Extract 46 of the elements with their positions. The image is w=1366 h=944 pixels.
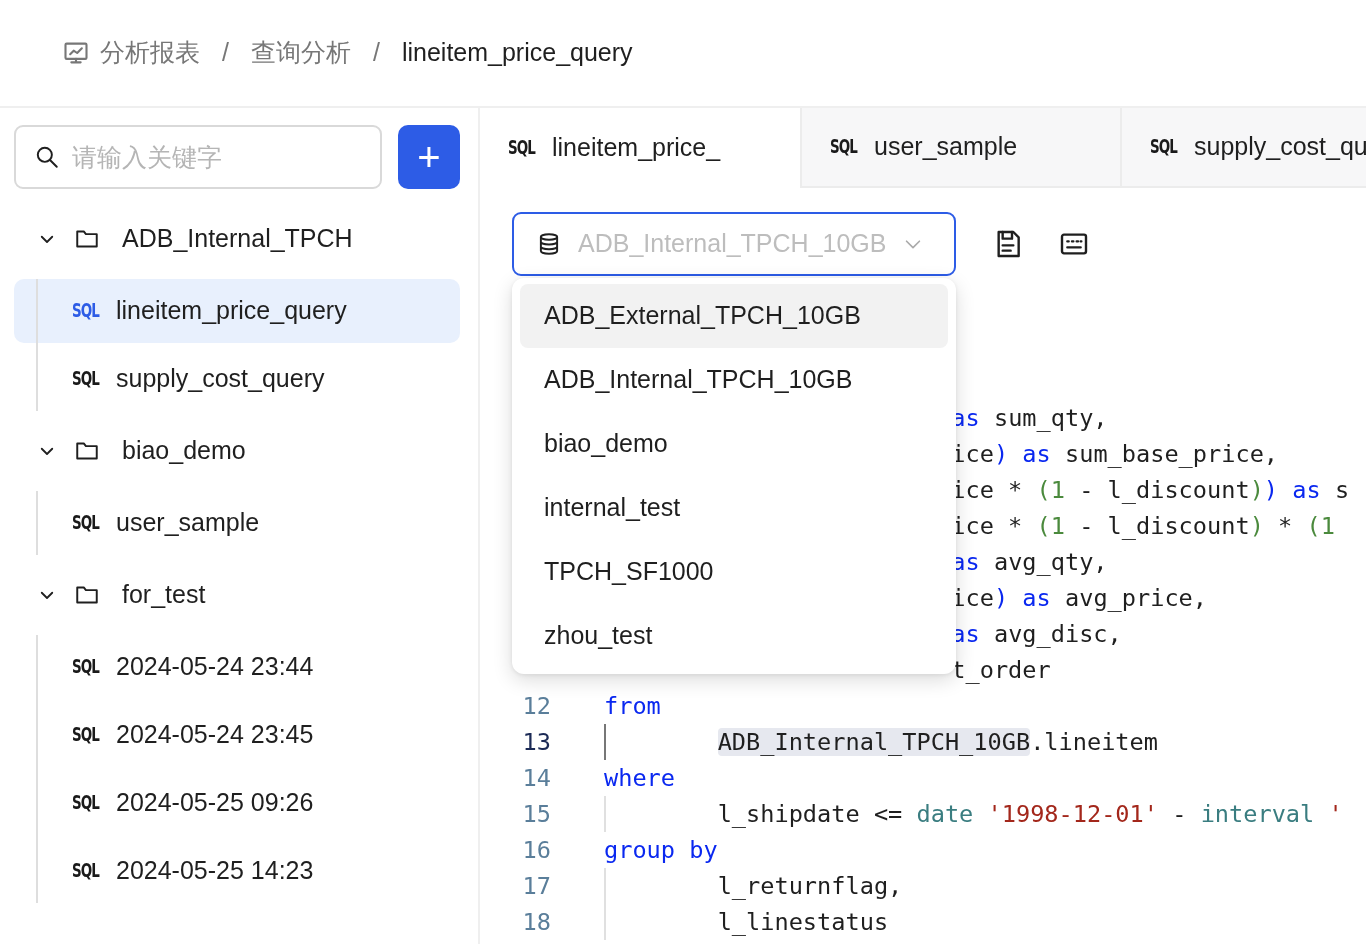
code-line: ice) as avg_price,: [951, 583, 1208, 614]
tree-item[interactable]: SQL lineitem_price_query: [14, 279, 460, 343]
code-line: l_returnflag,: [604, 868, 903, 904]
breadcrumb-link[interactable]: 查询分析: [250, 34, 351, 72]
dropdown-option[interactable]: biao_demo: [520, 412, 948, 476]
tab[interactable]: SQL lineitem_price_: [480, 108, 800, 188]
tree-item[interactable]: SQL user_sample: [14, 491, 460, 555]
breadcrumb-current: lineitem_price_query: [401, 37, 633, 69]
dropdown-option[interactable]: zhou_test: [520, 604, 948, 668]
tree-item[interactable]: SQL supply_cost_query: [14, 347, 460, 411]
search-field[interactable]: 请输入关键字: [14, 125, 382, 189]
add-button[interactable]: +: [398, 125, 460, 189]
breadcrumb-separator: /: [372, 37, 380, 69]
line-number: 17: [521, 871, 551, 902]
code-line: t_order: [951, 655, 1051, 686]
line-number: 18: [521, 907, 551, 938]
tree-folder[interactable]: for_test: [14, 559, 460, 631]
code-line: ice * (1 - l_discount) * (1: [951, 511, 1335, 542]
code-line: where: [604, 763, 676, 794]
tree-item[interactable]: SQL 2024-05-24 23:45: [14, 703, 460, 767]
search-icon: [34, 144, 60, 170]
tab[interactable]: SQL supply_cost_qu: [1120, 108, 1366, 186]
tree-item[interactable]: SQL 2024-05-25 14:23: [14, 839, 460, 903]
line-number: 14: [521, 763, 551, 794]
breadcrumb-link[interactable]: 分析报表: [100, 34, 200, 72]
line-number: 15: [521, 799, 551, 830]
dropdown-option[interactable]: TPCH_SF1000: [520, 540, 948, 604]
code-line: l_linestatus: [604, 904, 889, 940]
tab[interactable]: SQL user_sample: [800, 108, 1120, 186]
line-number: 13: [521, 727, 551, 758]
dropdown-option[interactable]: ADB_External_TPCH_10GB: [520, 284, 948, 348]
code-line: ADB_Internal_TPCH_10GB.lineitem: [604, 724, 1158, 760]
dropdown-option[interactable]: ADB_Internal_TPCH_10GB: [520, 348, 948, 412]
breadcrumb-separator: /: [222, 37, 229, 69]
code-line: ice) as sum_base_price,: [951, 439, 1279, 470]
tree-folder[interactable]: biao_demo: [14, 415, 460, 487]
line-number: 16: [521, 835, 551, 866]
code-line: group by: [604, 835, 718, 866]
code-line: from: [604, 691, 661, 722]
tree-item[interactable]: SQL 2024-05-24 23:44: [14, 635, 460, 699]
line-number: 12: [521, 691, 551, 722]
tree-folder[interactable]: ADB_Internal_TPCH: [14, 203, 460, 275]
dropdown-option[interactable]: internal_test: [520, 476, 948, 540]
code-line: l_shipdate <= date '1998-12-01' - interval ': [604, 796, 1343, 832]
code-line: ice * (1 - l_discount)) as s: [951, 475, 1350, 506]
tree-item[interactable]: SQL 2024-05-25 09:26: [14, 771, 460, 835]
